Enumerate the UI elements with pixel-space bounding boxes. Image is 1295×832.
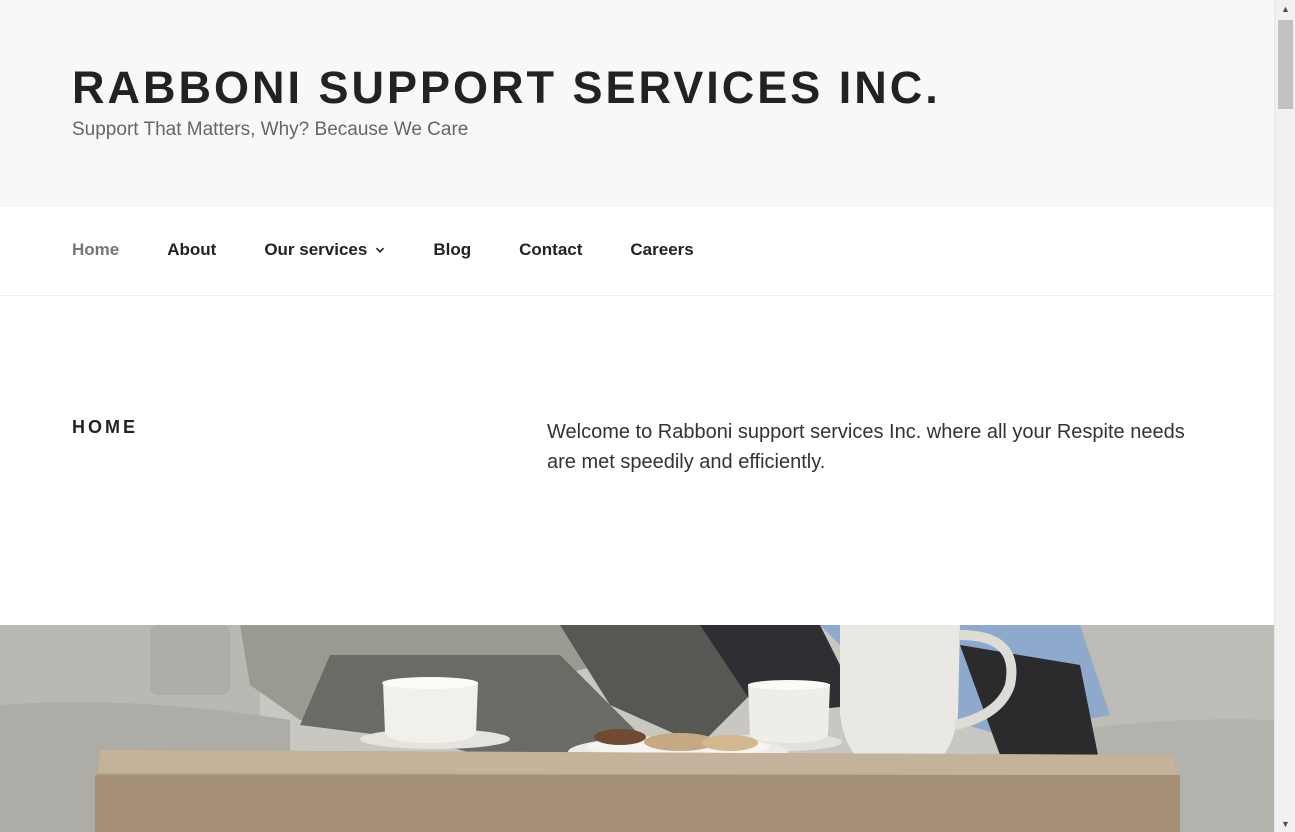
nav-item-contact[interactable]: Contact <box>519 240 582 260</box>
photo-coffee-table-with-cups-icon <box>0 625 1274 832</box>
hero-image <box>0 625 1274 832</box>
main-content: HOME Welcome to Rabboni support services… <box>0 296 1274 625</box>
nav-item-label: Home <box>72 240 120 259</box>
scroll-up-arrow-icon[interactable]: ▲ <box>1275 0 1295 17</box>
page: RABBONI SUPPORT SERVICES INC. Support Th… <box>0 0 1274 832</box>
nav-item-label: Careers <box>630 240 694 259</box>
nav-item-home[interactable]: Home <box>72 240 119 260</box>
nav-item-label: Our services <box>264 240 368 259</box>
nav-item-our-services[interactable]: Our services <box>264 240 385 260</box>
nav-item-label: About <box>167 240 217 259</box>
nav-item-about[interactable]: About <box>167 240 216 260</box>
site-tagline: Support That Matters, Why? Because We Ca… <box>72 119 469 140</box>
vertical-scrollbar[interactable]: ▲ ▼ <box>1274 0 1295 832</box>
site-header: RABBONI SUPPORT SERVICES INC. Support Th… <box>0 0 1274 206</box>
nav-item-label: Contact <box>519 240 583 259</box>
main-navigation: Home About Our services Blog Contact Car… <box>0 207 1274 296</box>
scroll-thumb[interactable] <box>1278 20 1293 109</box>
scroll-down-arrow-icon[interactable]: ▼ <box>1275 815 1295 832</box>
nav-item-label: Blog <box>433 240 472 259</box>
site-title[interactable]: RABBONI SUPPORT SERVICES INC. <box>72 62 941 114</box>
nav-menu: Home About Our services Blog Contact Car… <box>72 240 742 260</box>
chevron-down-icon <box>376 247 385 253</box>
page-title: HOME <box>72 417 138 437</box>
entry-content: Welcome to Rabboni support services Inc.… <box>547 421 1185 473</box>
nav-item-blog[interactable]: Blog <box>433 240 471 260</box>
nav-item-careers[interactable]: Careers <box>630 240 693 260</box>
